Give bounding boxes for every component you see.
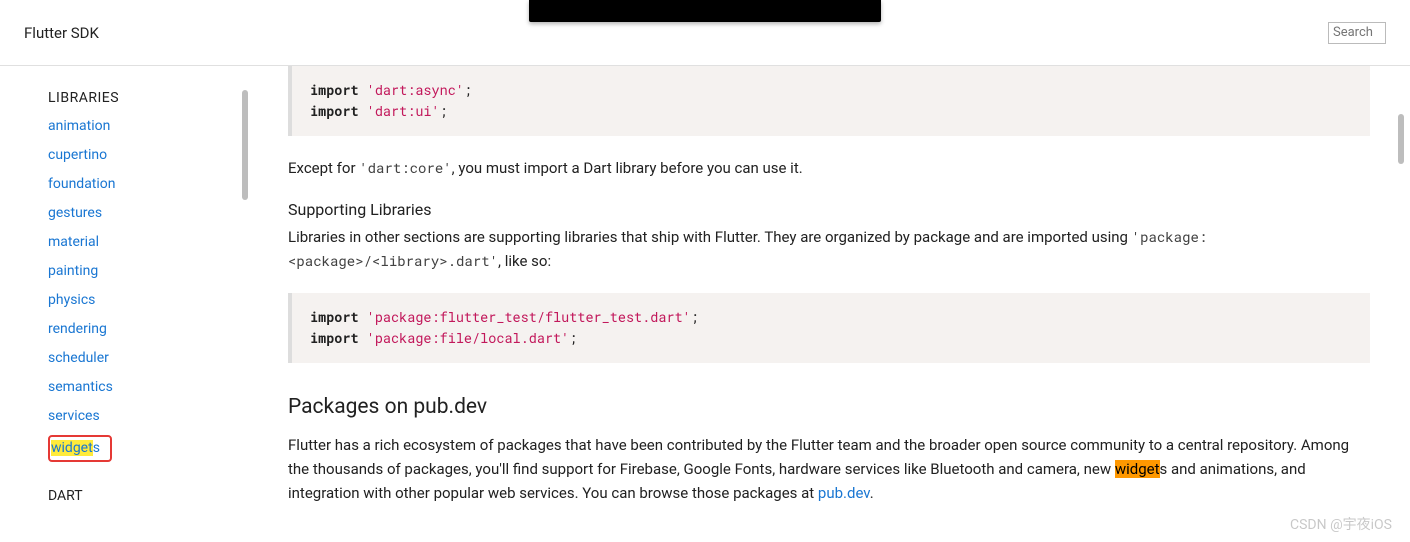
inline-code-dartcore: 'dart:core' [359, 158, 451, 177]
content-wrap: LIBRARIES animation cupertino foundation… [0, 66, 1410, 542]
code-block-package-imports: import 'package:flutter_test/flutter_tes… [288, 293, 1370, 363]
paragraph-except-for: Except for 'dart:core', you must import … [288, 156, 1370, 180]
sidebar-section-libraries: LIBRARIES [48, 90, 248, 106]
sidebar-item-gestures: gestures [48, 203, 248, 224]
top-bar: Flutter SDK Search [0, 0, 1410, 66]
sidebar-item-semantics: semantics [48, 377, 248, 398]
sidebar-list: animation cupertino foundation gestures … [48, 116, 248, 462]
sidebar-highlight-text: widget [51, 440, 93, 456]
heading-supporting-libraries: Supporting Libraries [288, 200, 1370, 219]
code-block-dart-imports: import 'dart:async'; import 'dart:ui'; [288, 66, 1370, 136]
sidebar-item-foundation: foundation [48, 174, 248, 195]
sidebar-item-painting: painting [48, 261, 248, 282]
sidebar-item-services: services [48, 406, 248, 427]
sidebar-item-widgets: widgets [48, 435, 248, 462]
sidebar-item-physics: physics [48, 290, 248, 311]
top-black-bar [529, 0, 881, 22]
main-scrollbar[interactable] [1398, 114, 1404, 164]
site-title: Flutter SDK [24, 24, 99, 42]
main-content: import 'dart:async'; import 'dart:ui'; E… [248, 66, 1410, 542]
sidebar-item-scheduler: scheduler [48, 348, 248, 369]
inline-highlight-widget: widget [1115, 460, 1160, 478]
paragraph-packages: Flutter has a rich ecosystem of packages… [288, 433, 1370, 505]
link-pubdev[interactable]: pub.dev [818, 484, 870, 502]
sidebar-item-cupertino: cupertino [48, 145, 248, 166]
sidebar-item-rendering: rendering [48, 319, 248, 340]
search-input[interactable]: Search [1328, 22, 1386, 44]
paragraph-supporting: Libraries in other sections are supporti… [288, 225, 1370, 273]
heading-packages-pubdev: Packages on pub.dev [288, 395, 1370, 419]
sidebar-item-animation: animation [48, 116, 248, 137]
sidebar-highlight-box: widgets [48, 435, 112, 462]
sidebar-section-dart: DART [48, 488, 248, 504]
sidebar: LIBRARIES animation cupertino foundation… [0, 66, 248, 542]
sidebar-item-material: material [48, 232, 248, 253]
